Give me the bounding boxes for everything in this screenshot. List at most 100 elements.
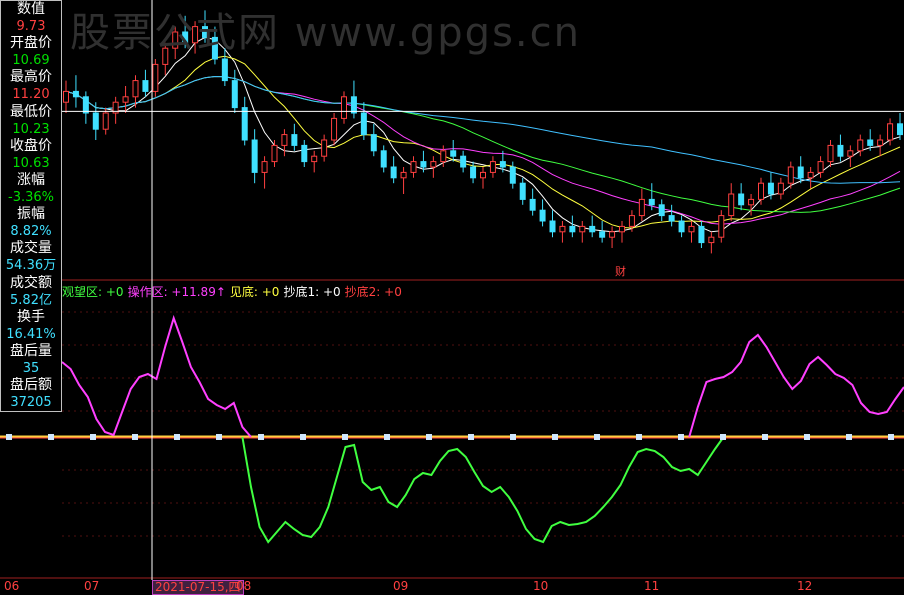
candle-body xyxy=(261,161,268,173)
indicator-line xyxy=(61,314,252,438)
candle-body xyxy=(738,193,745,206)
candle-body xyxy=(549,220,556,233)
candle-body xyxy=(708,236,715,244)
candle-body xyxy=(748,198,755,206)
candle-body xyxy=(400,171,407,179)
zero-marker xyxy=(636,434,642,440)
info-label: 盘后额 xyxy=(10,377,52,394)
candle-body xyxy=(807,171,814,179)
zero-marker xyxy=(762,434,768,440)
candle-body xyxy=(519,182,526,200)
candle-body xyxy=(688,225,695,233)
zero-marker xyxy=(678,434,684,440)
candle-body xyxy=(767,182,774,195)
info-label: 振幅 xyxy=(17,206,45,223)
x-tick-label: 06 xyxy=(4,579,20,593)
candle-body xyxy=(728,193,735,217)
candle-body xyxy=(301,144,308,163)
candle-body xyxy=(668,215,675,222)
zero-marker xyxy=(258,434,264,440)
zero-marker xyxy=(426,434,432,440)
candle-body xyxy=(102,112,109,130)
candle-body xyxy=(430,161,437,168)
candle-body xyxy=(658,204,665,217)
ma-line xyxy=(65,75,901,225)
candle-body xyxy=(450,150,457,157)
candle-body xyxy=(420,161,427,168)
candle-body xyxy=(72,90,79,98)
candle-body xyxy=(718,215,725,238)
zero-marker xyxy=(90,434,96,440)
candle-body xyxy=(797,166,804,179)
candle-body xyxy=(787,166,794,184)
candle-body xyxy=(758,182,764,200)
candle-body xyxy=(92,112,99,130)
zero-marker xyxy=(846,434,852,440)
candle-body xyxy=(241,107,248,141)
info-value: 16.41% xyxy=(6,326,56,342)
candle-body xyxy=(897,123,903,136)
candle-body xyxy=(698,225,705,244)
watermark: 股票公式网 www.gpgs.cn xyxy=(70,10,581,56)
info-value: 11.20 xyxy=(12,87,50,103)
candle-body xyxy=(360,112,367,136)
candle-body xyxy=(281,134,288,146)
candle-body xyxy=(350,96,357,114)
zero-marker xyxy=(342,434,348,440)
candle-body xyxy=(827,144,834,163)
zero-marker xyxy=(720,434,726,440)
candle-body xyxy=(638,198,645,217)
candle-body xyxy=(817,161,824,173)
info-label: 成交量 xyxy=(10,240,52,257)
legend-entry: 抄底2: +0 xyxy=(344,285,402,299)
candle-body xyxy=(857,139,864,152)
candle-body xyxy=(440,150,447,163)
info-panel: 数值 9.73 开盘价 10.69 最高价 11.20 最低价 10.23 收盘价 10.63 涨幅… xyxy=(0,0,62,412)
candle-body xyxy=(877,139,884,146)
indicator-line xyxy=(688,333,904,438)
candle-body xyxy=(63,90,69,103)
zero-marker xyxy=(384,434,390,440)
candle-body xyxy=(648,198,655,206)
indicator-line xyxy=(241,436,725,544)
candle-body xyxy=(311,155,318,163)
legend-entry: 观望区: +0 xyxy=(62,285,124,299)
candle-body xyxy=(321,139,328,157)
candle-body xyxy=(470,166,477,179)
zero-marker xyxy=(216,434,222,440)
candle-body xyxy=(847,150,854,157)
candle-body xyxy=(122,96,129,103)
candle-body xyxy=(231,80,238,109)
candle-body xyxy=(559,225,566,233)
candle-body xyxy=(628,215,635,227)
info-label: 涨幅 xyxy=(17,171,45,188)
indicator-legend: 观望区: +0 操作区: +11.89↑ 见底: +0 抄底1: +0 抄底2: +0 xyxy=(62,283,406,300)
candle-body xyxy=(82,96,89,114)
zero-marker xyxy=(888,434,894,440)
candle-body xyxy=(341,96,347,119)
info-value: -3.36% xyxy=(8,190,54,206)
info-label: 开盘价 xyxy=(10,35,52,52)
info-label: 数值 xyxy=(17,1,45,17)
candle-body xyxy=(271,144,278,163)
candle-body xyxy=(499,161,506,168)
ma-line xyxy=(65,36,901,233)
zero-marker xyxy=(552,434,558,440)
legend-entry: 抄底1: +0 xyxy=(283,285,341,299)
info-label: 最低价 xyxy=(10,103,52,120)
info-label: 换手 xyxy=(17,308,45,325)
info-value: 5.82亿 xyxy=(10,292,52,308)
x-tick-label: 12 xyxy=(797,579,813,593)
x-tick-label: 10 xyxy=(533,579,549,593)
candle-body xyxy=(579,225,586,233)
zero-marker xyxy=(804,434,810,440)
ma-line xyxy=(65,75,901,213)
zero-marker xyxy=(510,434,516,440)
x-tick-label: 11 xyxy=(644,579,660,593)
x-tick-label: 09 xyxy=(393,579,409,593)
cursor-date: 2021-07-15,四 xyxy=(152,580,244,595)
zero-marker xyxy=(594,434,600,440)
info-label: 最高价 xyxy=(10,69,52,86)
legend-entry: 见底: +0 xyxy=(229,285,280,299)
candle-body xyxy=(132,80,139,98)
